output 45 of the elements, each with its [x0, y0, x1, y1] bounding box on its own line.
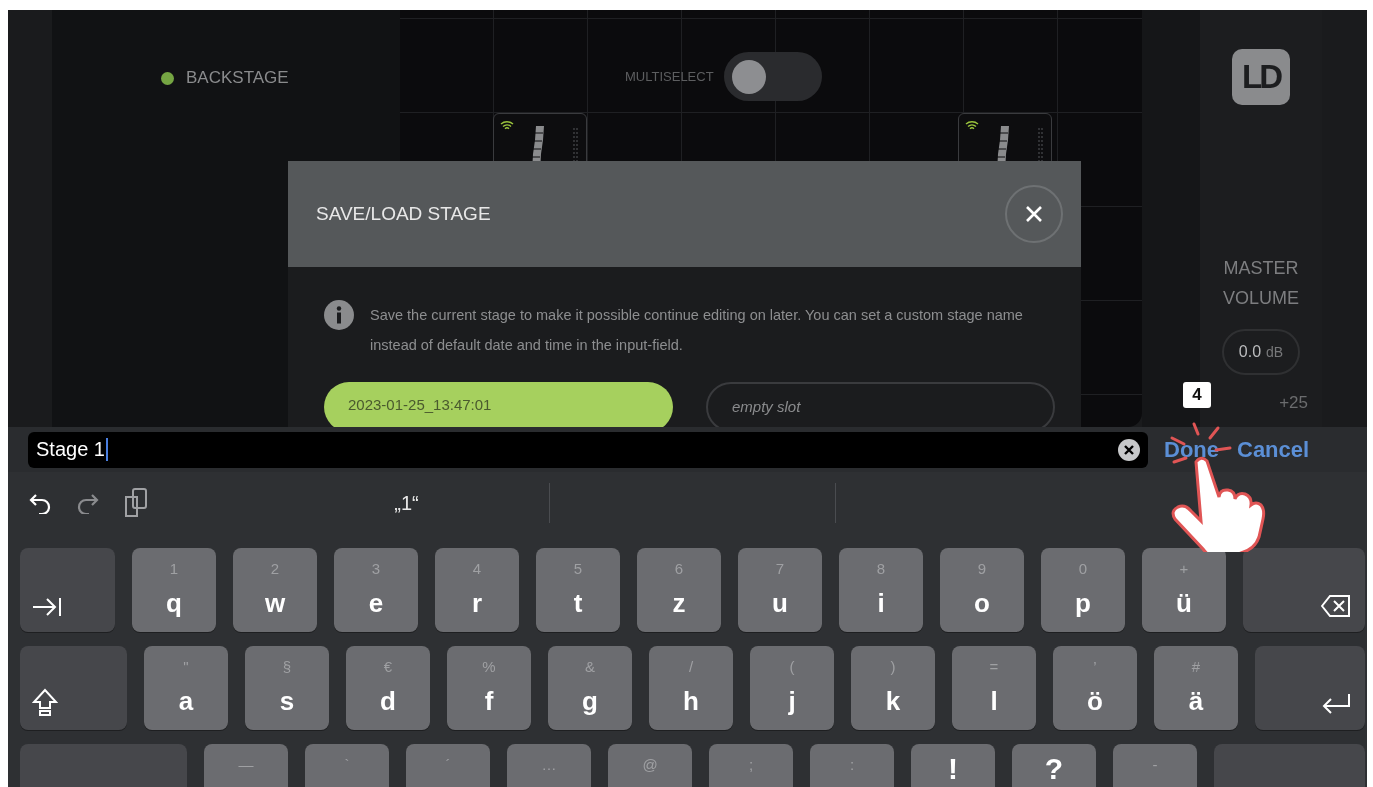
keyboard-key[interactable]: " a — [144, 646, 228, 730]
close-icon — [1025, 205, 1043, 223]
redo-icon[interactable] — [76, 492, 100, 514]
tab-icon — [32, 596, 62, 618]
keyboard-key[interactable]: ( j — [750, 646, 834, 730]
info-icon — [324, 300, 354, 330]
stage-slot[interactable]: 2023-01-25_13:47:01 — [324, 382, 673, 427]
suggestion[interactable]: „1“ — [394, 491, 419, 515]
keyboard-key[interactable]: ’ ö — [1053, 646, 1137, 730]
keyboard-key[interactable]: ) k — [851, 646, 935, 730]
logo: LD — [1232, 49, 1290, 105]
done-button[interactable]: Done — [1164, 436, 1219, 463]
shift-icon — [32, 688, 58, 716]
keyboard-key[interactable]: ! — [911, 744, 995, 787]
cancel-button[interactable]: Cancel — [1237, 436, 1310, 463]
close-button[interactable] — [1005, 185, 1063, 243]
dialog-title: SAVE/LOAD STAGE — [316, 203, 491, 225]
wifi-icon — [965, 120, 979, 131]
master-volume-label: MASTER VOLUME — [1222, 257, 1300, 310]
info-text: Save the current stage to make it possible continue editing on later. You can set a custom stage name instead of default date and time in the input-field. — [370, 306, 1024, 355]
keyboard-key[interactable]: ? — [1012, 744, 1096, 787]
status-dot-icon — [161, 71, 174, 85]
return-icon — [1321, 692, 1351, 716]
wifi-icon — [500, 120, 514, 131]
backspace-key[interactable] — [1243, 548, 1365, 632]
paste-icon[interactable] — [124, 488, 148, 518]
volume-value-field[interactable]: 0.0 dB — [1222, 329, 1300, 375]
keyboard-key[interactable]: & g — [548, 646, 632, 730]
shift-key[interactable] — [20, 646, 127, 730]
keyboard-key[interactable]: = l — [952, 646, 1036, 730]
scale-label: +25 — [1279, 393, 1308, 413]
keyboard-key[interactable]: # ä — [1154, 646, 1238, 730]
keyboard-key[interactable]: § s — [245, 646, 329, 730]
clear-icon[interactable] — [1118, 438, 1140, 461]
step-badge: 4 — [1183, 382, 1211, 408]
keyboard-key[interactable]: % f — [447, 646, 531, 730]
backspace-icon — [1321, 594, 1351, 618]
undo-icon[interactable] — [28, 492, 52, 514]
multiselect-toggle[interactable] — [723, 52, 822, 101]
multiselect-label: MULTISELECT — [625, 69, 714, 84]
keyboard-key[interactable]: + ü — [1142, 548, 1226, 632]
stage-name-field[interactable]: Stage 1 — [28, 431, 1148, 468]
stage-label: BACKSTAGE — [186, 68, 289, 88]
keyboard-key[interactable]: € d — [346, 646, 430, 730]
keyboard-key[interactable]: / h — [649, 646, 733, 730]
